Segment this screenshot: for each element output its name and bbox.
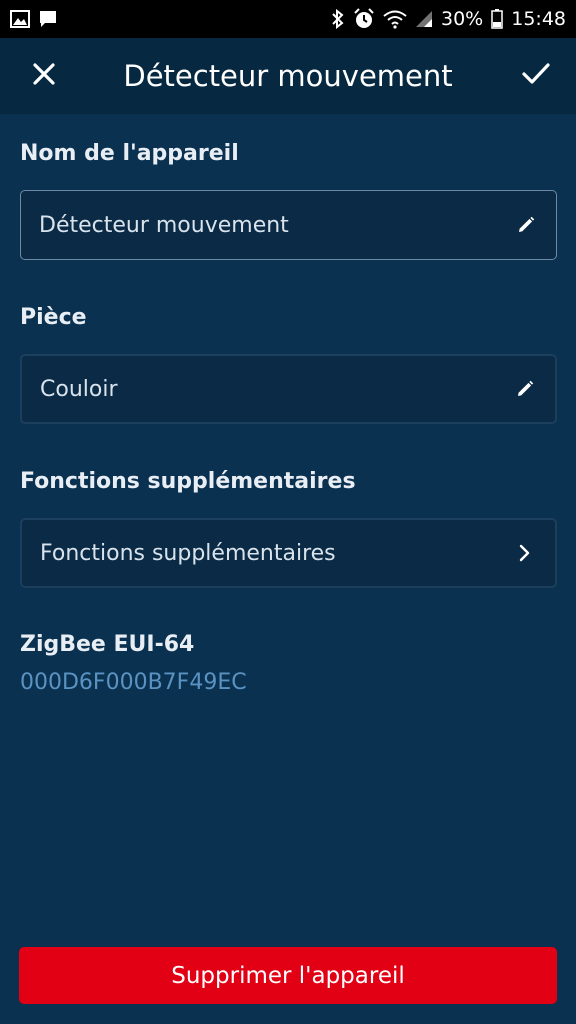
device-name-value: Détecteur mouvement (39, 212, 289, 238)
bluetooth-icon (331, 9, 345, 29)
pencil-icon[interactable] (513, 377, 537, 401)
zigbee-value: 000D6F000B7F49EC (20, 670, 247, 695)
image-icon (10, 10, 30, 28)
delete-device-button[interactable]: Supprimer l'appareil (19, 947, 557, 1004)
status-left (10, 9, 58, 29)
device-name-field[interactable]: Détecteur mouvement (20, 190, 557, 260)
zigbee-label: ZigBee EUI-64 (20, 632, 195, 657)
message-icon (38, 9, 58, 29)
extra-functions-row[interactable]: Fonctions supplémentaires (20, 518, 557, 588)
status-time: 15:48 (511, 8, 566, 30)
battery-percent: 30% (441, 8, 484, 30)
page-title: Détecteur mouvement (123, 59, 453, 93)
battery-icon (491, 9, 503, 29)
extra-functions-value: Fonctions supplémentaires (40, 540, 336, 566)
room-field[interactable]: Couloir (20, 354, 557, 424)
status-bar: 30% 15:48 (0, 0, 576, 38)
pencil-icon[interactable] (514, 213, 538, 237)
status-right: 30% 15:48 (331, 8, 566, 30)
close-button[interactable] (26, 58, 62, 94)
app-bar: Détecteur mouvement (0, 38, 576, 114)
check-icon (521, 62, 551, 90)
device-name-label: Nom de l'appareil (20, 141, 239, 166)
alarm-icon (353, 8, 375, 30)
room-label: Pièce (20, 305, 87, 330)
close-icon (32, 62, 56, 90)
confirm-button[interactable] (518, 58, 554, 94)
extra-functions-label: Fonctions supplémentaires (20, 469, 356, 494)
room-value: Couloir (40, 376, 118, 402)
chevron-right-icon (513, 541, 537, 565)
signal-icon (415, 10, 433, 28)
wifi-icon (383, 9, 407, 29)
